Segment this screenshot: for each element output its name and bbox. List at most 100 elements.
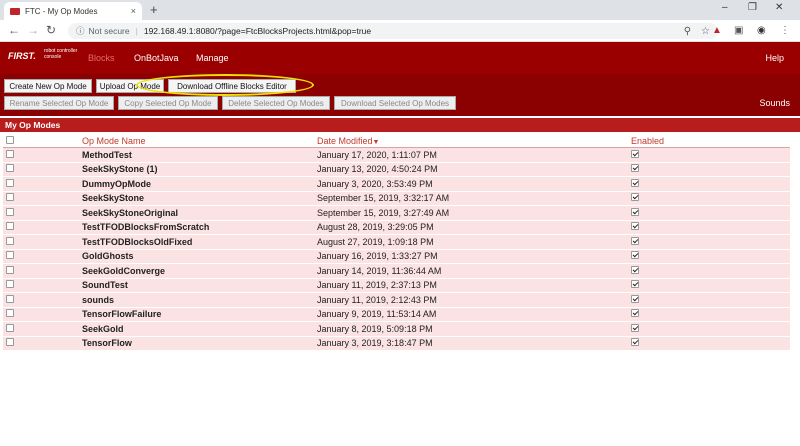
sounds-link[interactable]: Sounds bbox=[759, 98, 790, 108]
op-mode-name[interactable]: MethodTest bbox=[82, 150, 317, 160]
profile-icon[interactable]: ◉ bbox=[757, 25, 766, 36]
close-window-icon[interactable]: ✕ bbox=[775, 2, 783, 13]
enabled-checkbox[interactable] bbox=[631, 265, 639, 274]
pdf-extension-icon[interactable]: ▲ bbox=[712, 25, 722, 36]
table-row[interactable]: MethodTest January 17, 2020, 1:11:07 PM bbox=[3, 148, 790, 163]
forward-icon[interactable]: → bbox=[27, 24, 39, 36]
help-link[interactable]: Help bbox=[765, 53, 784, 63]
row-select-checkbox[interactable] bbox=[6, 265, 14, 274]
row-select-checkbox[interactable] bbox=[6, 280, 14, 289]
minimize-icon[interactable]: – bbox=[722, 2, 728, 13]
browser-tab[interactable]: FTC - My Op Modes × bbox=[4, 2, 142, 20]
reload-icon[interactable]: ↻ bbox=[46, 24, 56, 36]
enabled-checkbox[interactable] bbox=[631, 193, 639, 202]
header-enabled[interactable]: Enabled bbox=[631, 136, 790, 146]
delete-op-modes-button[interactable]: Delete Selected Op Modes bbox=[222, 96, 330, 110]
op-mode-name[interactable]: SeekSkyStone (1) bbox=[82, 164, 317, 174]
extension-icon[interactable]: ▣ bbox=[734, 25, 743, 36]
copy-op-mode-button[interactable]: Copy Selected Op Mode bbox=[118, 96, 218, 110]
rename-op-mode-button[interactable]: Rename Selected Op Mode bbox=[4, 96, 114, 110]
table-row[interactable]: sounds January 11, 2019, 2:12:43 PM bbox=[3, 293, 790, 308]
nav-blocks[interactable]: Blocks bbox=[88, 53, 115, 63]
row-select-checkbox[interactable] bbox=[6, 149, 14, 158]
download-offline-editor-button[interactable]: Download Offline Blocks Editor bbox=[168, 79, 296, 93]
table-row[interactable]: SeekGold January 8, 2019, 5:09:18 PM bbox=[3, 322, 790, 337]
download-selected-button[interactable]: Download Selected Op Modes bbox=[334, 96, 456, 110]
header-op-mode-name[interactable]: Op Mode Name bbox=[82, 136, 317, 146]
enabled-checkbox[interactable] bbox=[631, 222, 639, 231]
op-mode-name[interactable]: SeekSkyStoneOriginal bbox=[82, 208, 317, 218]
date-modified: August 27, 2019, 1:09:18 PM bbox=[317, 236, 434, 247]
enabled-checkbox[interactable] bbox=[631, 236, 639, 245]
date-modified: January 11, 2019, 2:37:13 PM bbox=[317, 280, 437, 291]
op-mode-name[interactable]: SeekGoldConverge bbox=[82, 266, 317, 276]
enabled-checkbox[interactable] bbox=[631, 164, 639, 173]
logo-subtitle: robot controller console bbox=[44, 48, 78, 60]
browser-tab-strip: FTC - My Op Modes × + – ❐ ✕ bbox=[0, 0, 800, 20]
row-select-checkbox[interactable] bbox=[6, 294, 14, 303]
url-text[interactable]: 192.168.49.1:8080/?page=FtcBlocksProject… bbox=[144, 26, 371, 36]
table-row[interactable]: TensorFlowFailure January 9, 2019, 11:53:… bbox=[3, 307, 790, 322]
table-row[interactable]: SoundTest January 11, 2019, 2:37:13 PM bbox=[3, 278, 790, 293]
separator: | bbox=[135, 26, 138, 36]
enabled-checkbox[interactable] bbox=[631, 294, 639, 303]
table-row[interactable]: TestTFODBlocksFromScratch August 28, 2019… bbox=[3, 220, 790, 235]
enabled-checkbox[interactable] bbox=[631, 207, 639, 216]
table-row[interactable]: GoldGhosts January 16, 2019, 1:33:27 PM bbox=[3, 249, 790, 264]
header-date-label: Date Modified bbox=[317, 136, 373, 146]
op-mode-name[interactable]: SeekGold bbox=[82, 324, 317, 334]
row-select-checkbox[interactable] bbox=[6, 193, 14, 202]
op-mode-name[interactable]: DummyOpMode bbox=[82, 179, 317, 189]
back-icon[interactable]: ← bbox=[8, 24, 20, 36]
date-modified: January 11, 2019, 2:12:43 PM bbox=[317, 294, 437, 305]
create-op-mode-button[interactable]: Create New Op Mode bbox=[4, 79, 92, 93]
bookmark-star-icon[interactable]: ☆ bbox=[701, 26, 710, 37]
omnibox[interactable]: ⓘ Not secure | 192.168.49.1:8080/?page=F… bbox=[68, 23, 718, 39]
enabled-checkbox[interactable] bbox=[631, 309, 639, 318]
enabled-checkbox[interactable] bbox=[631, 280, 639, 289]
table-row[interactable]: SeekSkyStoneOriginal September 15, 2019, … bbox=[3, 206, 790, 221]
row-select-checkbox[interactable] bbox=[6, 338, 14, 347]
enabled-checkbox[interactable] bbox=[631, 149, 639, 158]
zoom-icon[interactable]: ⚲ bbox=[684, 26, 691, 37]
table-row[interactable]: TestTFODBlocksOldFixed August 27, 2019, 1… bbox=[3, 235, 790, 250]
header-date-modified[interactable]: Date Modified▼ bbox=[317, 136, 631, 146]
table-row[interactable]: SeekSkyStone (1) January 13, 2020, 4:50:2… bbox=[3, 162, 790, 177]
op-mode-name[interactable]: TensorFlow bbox=[82, 338, 317, 348]
op-mode-name[interactable]: sounds bbox=[82, 295, 317, 305]
op-mode-name[interactable]: SeekSkyStone bbox=[82, 193, 317, 203]
maximize-icon[interactable]: ❐ bbox=[748, 2, 757, 13]
row-select-checkbox[interactable] bbox=[6, 207, 14, 216]
info-icon[interactable]: ⓘ bbox=[76, 25, 85, 37]
row-select-checkbox[interactable] bbox=[6, 178, 14, 187]
upload-op-mode-button[interactable]: Upload Op Mode bbox=[96, 79, 164, 93]
op-mode-name[interactable]: GoldGhosts bbox=[82, 251, 317, 261]
nav-onbotjava[interactable]: OnBotJava bbox=[134, 53, 179, 63]
op-mode-name[interactable]: TestTFODBlocksFromScratch bbox=[82, 222, 317, 232]
op-mode-name[interactable]: TensorFlowFailure bbox=[82, 309, 317, 319]
new-tab-icon[interactable]: + bbox=[150, 2, 158, 17]
row-select-checkbox[interactable] bbox=[6, 323, 14, 332]
row-select-checkbox[interactable] bbox=[6, 251, 14, 260]
toolbar: Create New Op Mode Upload Op Mode Downlo… bbox=[0, 74, 800, 116]
menu-kebab-icon[interactable]: ⋮ bbox=[780, 25, 790, 36]
table-row[interactable]: SeekSkyStone September 15, 2019, 3:32:17 … bbox=[3, 191, 790, 206]
row-select-checkbox[interactable] bbox=[6, 222, 14, 231]
op-mode-name[interactable]: SoundTest bbox=[82, 280, 317, 290]
enabled-checkbox[interactable] bbox=[631, 338, 639, 347]
section-title: My Op Modes bbox=[0, 118, 800, 132]
table-row[interactable]: TensorFlow January 3, 2019, 3:18:47 PM bbox=[3, 336, 790, 351]
nav-manage[interactable]: Manage bbox=[196, 53, 229, 63]
row-select-checkbox[interactable] bbox=[6, 236, 14, 245]
date-modified: September 15, 2019, 3:32:17 AM bbox=[317, 193, 450, 204]
select-all-checkbox[interactable] bbox=[6, 136, 14, 144]
row-select-checkbox[interactable] bbox=[6, 309, 14, 318]
table-row[interactable]: DummyOpMode January 3, 2020, 3:53:49 PM bbox=[3, 177, 790, 192]
enabled-checkbox[interactable] bbox=[631, 251, 639, 260]
enabled-checkbox[interactable] bbox=[631, 323, 639, 332]
table-row[interactable]: SeekGoldConverge January 14, 2019, 11:36:… bbox=[3, 264, 790, 279]
row-select-checkbox[interactable] bbox=[6, 164, 14, 173]
tab-close-icon[interactable]: × bbox=[131, 6, 136, 16]
enabled-checkbox[interactable] bbox=[631, 178, 639, 187]
op-mode-name[interactable]: TestTFODBlocksOldFixed bbox=[82, 237, 317, 247]
